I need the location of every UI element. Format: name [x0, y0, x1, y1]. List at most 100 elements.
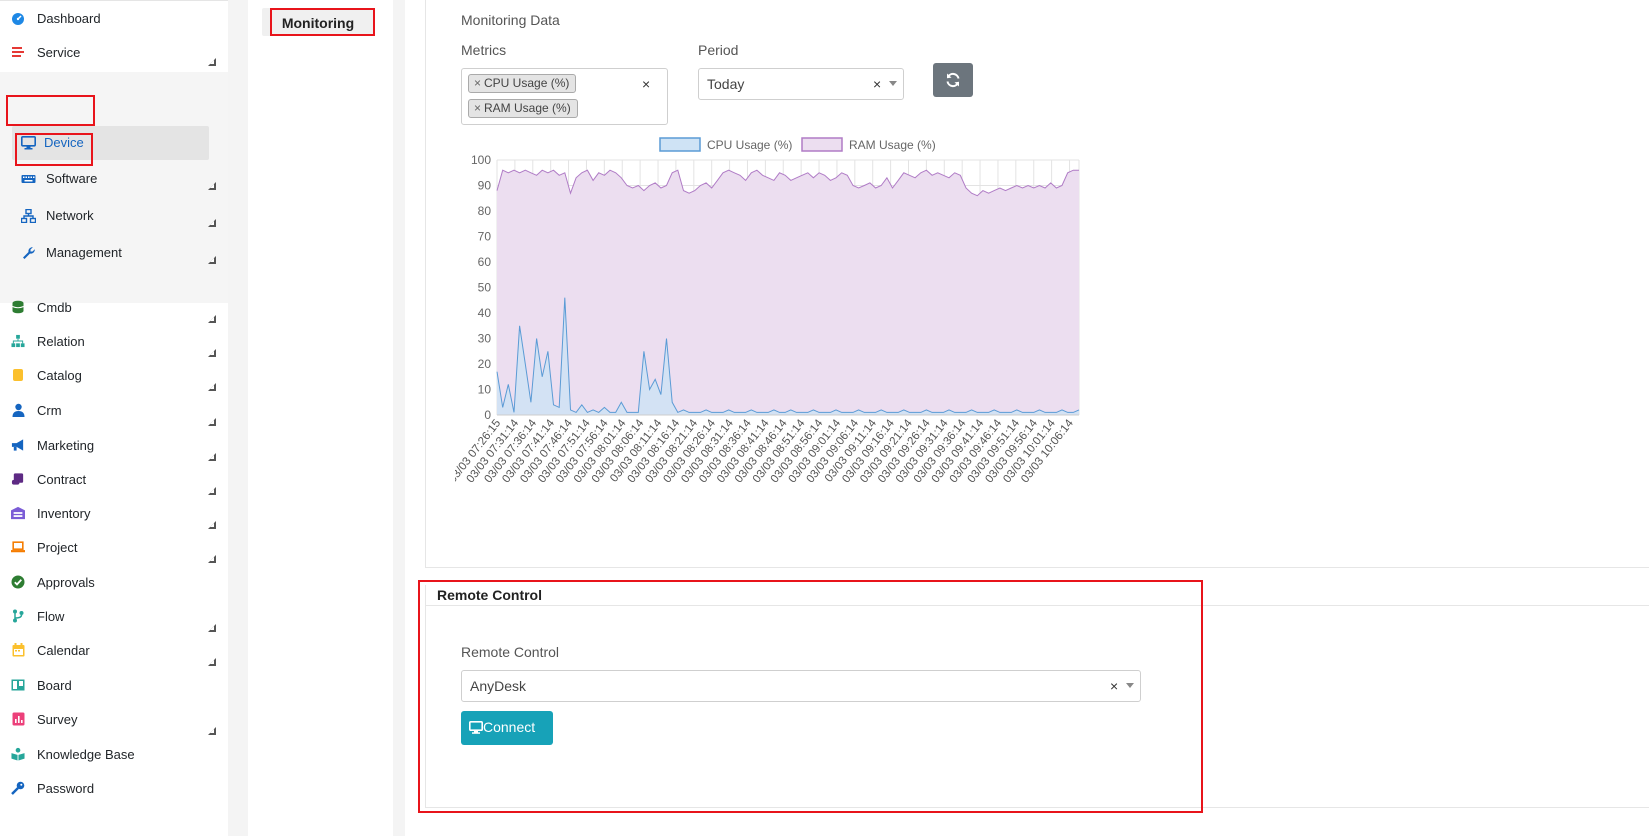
remote-control-header-divider	[425, 605, 1649, 606]
sidebar-subitem-software[interactable]: Software	[0, 162, 228, 196]
expand-caret-icon[interactable]	[208, 658, 216, 666]
key-icon	[11, 781, 25, 795]
chevron-down-icon[interactable]	[889, 81, 897, 86]
network-icon	[21, 209, 36, 223]
metric-tag-cpu[interactable]: × CPU Usage (%)	[468, 74, 577, 93]
sidebar-item-service[interactable]: Service	[0, 38, 228, 66]
sidebar-item-label: Contract	[37, 471, 87, 487]
sidebar-item-label: Service	[37, 44, 81, 60]
tab-column	[248, 0, 393, 836]
sidebar-item-label: Calendar	[37, 642, 90, 658]
sidebar-top-divider	[0, 0, 228, 1]
sidebar-item-board[interactable]: Board	[0, 671, 228, 699]
sidebar-item-approvals[interactable]: Approvals	[0, 568, 228, 596]
sidebar-item-catalog[interactable]: Catalog	[0, 361, 228, 391]
sidebar-item-marketing[interactable]: Marketing	[0, 431, 228, 461]
metrics-multiselect[interactable]: × CPU Usage (%) × RAM Usage (%) ×	[461, 68, 668, 125]
sidebar-item-survey[interactable]: Survey	[0, 705, 228, 735]
y-tick-label: 30	[478, 332, 492, 346]
sidebar-item-inventory[interactable]: Inventory	[0, 499, 228, 529]
expand-caret-icon[interactable]	[208, 453, 216, 461]
database-icon	[11, 300, 25, 314]
sidebar-subitem-network[interactable]: Network	[0, 199, 228, 233]
laptop-icon	[11, 540, 25, 554]
sidebar-item-label: Knowledge Base	[37, 746, 135, 762]
expand-caret-icon[interactable]	[208, 182, 216, 190]
sidebar: DashboardServiceIT Asset DeviceSoftwareN…	[0, 0, 228, 836]
refresh-button[interactable]	[933, 63, 973, 97]
expand-caret-icon[interactable]	[208, 487, 216, 495]
remote-control-header: Remote Control	[437, 587, 542, 603]
y-tick-label: 80	[478, 204, 492, 218]
period-value: Today	[707, 76, 745, 92]
sidebar-item-crm[interactable]: Crm	[0, 396, 228, 426]
metric-tag-ram-label: RAM Usage (%)	[484, 101, 571, 115]
sidebar-subitem-management[interactable]: Management	[0, 236, 228, 270]
sidebar-item-dashboard[interactable]: Dashboard	[0, 4, 228, 32]
expand-caret-icon[interactable]	[208, 256, 216, 264]
sidebar-item-label: Flow	[37, 608, 65, 624]
expand-caret-icon[interactable]	[208, 418, 216, 426]
expand-caret-icon[interactable]	[208, 349, 216, 357]
sidebar-item-cmdb[interactable]: Cmdb	[0, 293, 228, 323]
clear-metrics-icon[interactable]: ×	[642, 76, 650, 92]
remove-tag-icon[interactable]: ×	[474, 76, 481, 90]
scroll-icon	[11, 472, 25, 486]
expand-caret-icon[interactable]	[208, 219, 216, 227]
survey-icon	[11, 712, 25, 726]
service-icon	[11, 45, 25, 59]
monitor-icon	[21, 136, 36, 150]
chevron-down-icon[interactable]	[1126, 683, 1134, 688]
user-icon	[11, 403, 25, 417]
legend-label: RAM Usage (%)	[849, 138, 936, 152]
period-select[interactable]: Today ×	[698, 68, 904, 100]
y-tick-label: 10	[478, 383, 492, 397]
sidebar-item-label: Dashboard	[37, 10, 101, 26]
expand-caret-icon[interactable]	[208, 727, 216, 735]
layout-gutter	[228, 0, 248, 836]
it-asset-submenu: Device Software Network Management	[0, 72, 228, 303]
sidebar-subitem-label: Device	[44, 135, 84, 150]
sidebar-item-flow[interactable]: Flow	[0, 602, 228, 632]
monitor-icon	[469, 721, 483, 734]
remove-tag-icon[interactable]: ×	[474, 101, 481, 115]
sidebar-subitem-label: Software	[46, 171, 98, 186]
sidebar-item-label: Survey	[37, 711, 78, 727]
y-tick-label: 90	[478, 179, 492, 193]
usage-chart-svg: CPU Usage (%) RAM Usage (%) 0 10 20 30 40 50 60 7…	[447, 137, 1080, 485]
calendar-icon	[11, 643, 25, 657]
expand-caret-icon[interactable]	[208, 315, 216, 323]
expand-caret-icon[interactable]	[208, 58, 216, 66]
connect-button[interactable]: Connect	[461, 711, 553, 745]
sidebar-subitem-device[interactable]: Device	[12, 126, 209, 160]
sidebar-item-label: Approvals	[37, 574, 95, 590]
expand-caret-icon[interactable]	[208, 555, 216, 563]
expand-caret-icon[interactable]	[208, 383, 216, 391]
dashboard-icon	[11, 11, 25, 25]
sidebar-item-contract[interactable]: Contract	[0, 465, 228, 495]
tab-monitoring[interactable]: Monitoring	[262, 8, 374, 36]
tab-monitoring-label: Monitoring	[281, 15, 355, 31]
sidebar-item-label: Project	[37, 539, 78, 555]
y-tick-label: 100	[471, 153, 491, 167]
sidebar-item-password[interactable]: Password	[0, 774, 228, 802]
sidebar-item-label: Marketing	[37, 437, 95, 453]
sidebar-item-calendar[interactable]: Calendar	[0, 636, 228, 666]
sidebar-item-knowledge-base[interactable]: Knowledge Base	[0, 740, 228, 768]
metric-tag-ram[interactable]: × RAM Usage (%)	[468, 99, 578, 118]
expand-caret-icon[interactable]	[208, 624, 216, 632]
sidebar-item-label: Password	[37, 780, 95, 796]
sidebar-subitem-label: Network	[46, 208, 94, 223]
remote-control-select[interactable]: AnyDesk ×	[461, 670, 1141, 702]
sidebar-subitem-label: Management	[46, 245, 122, 260]
clear-remote-icon[interactable]: ×	[1110, 678, 1118, 694]
clear-period-icon[interactable]: ×	[873, 76, 881, 92]
sidebar-item-label: Cmdb	[37, 299, 72, 315]
y-tick-label: 60	[478, 255, 492, 269]
book-reader-icon	[11, 747, 25, 761]
sidebar-item-relation[interactable]: Relation	[0, 327, 228, 357]
expand-caret-icon[interactable]	[208, 521, 216, 529]
board-icon	[11, 678, 25, 692]
sidebar-item-project[interactable]: Project	[0, 533, 228, 563]
metric-tag-cpu-label: CPU Usage (%)	[484, 76, 570, 90]
